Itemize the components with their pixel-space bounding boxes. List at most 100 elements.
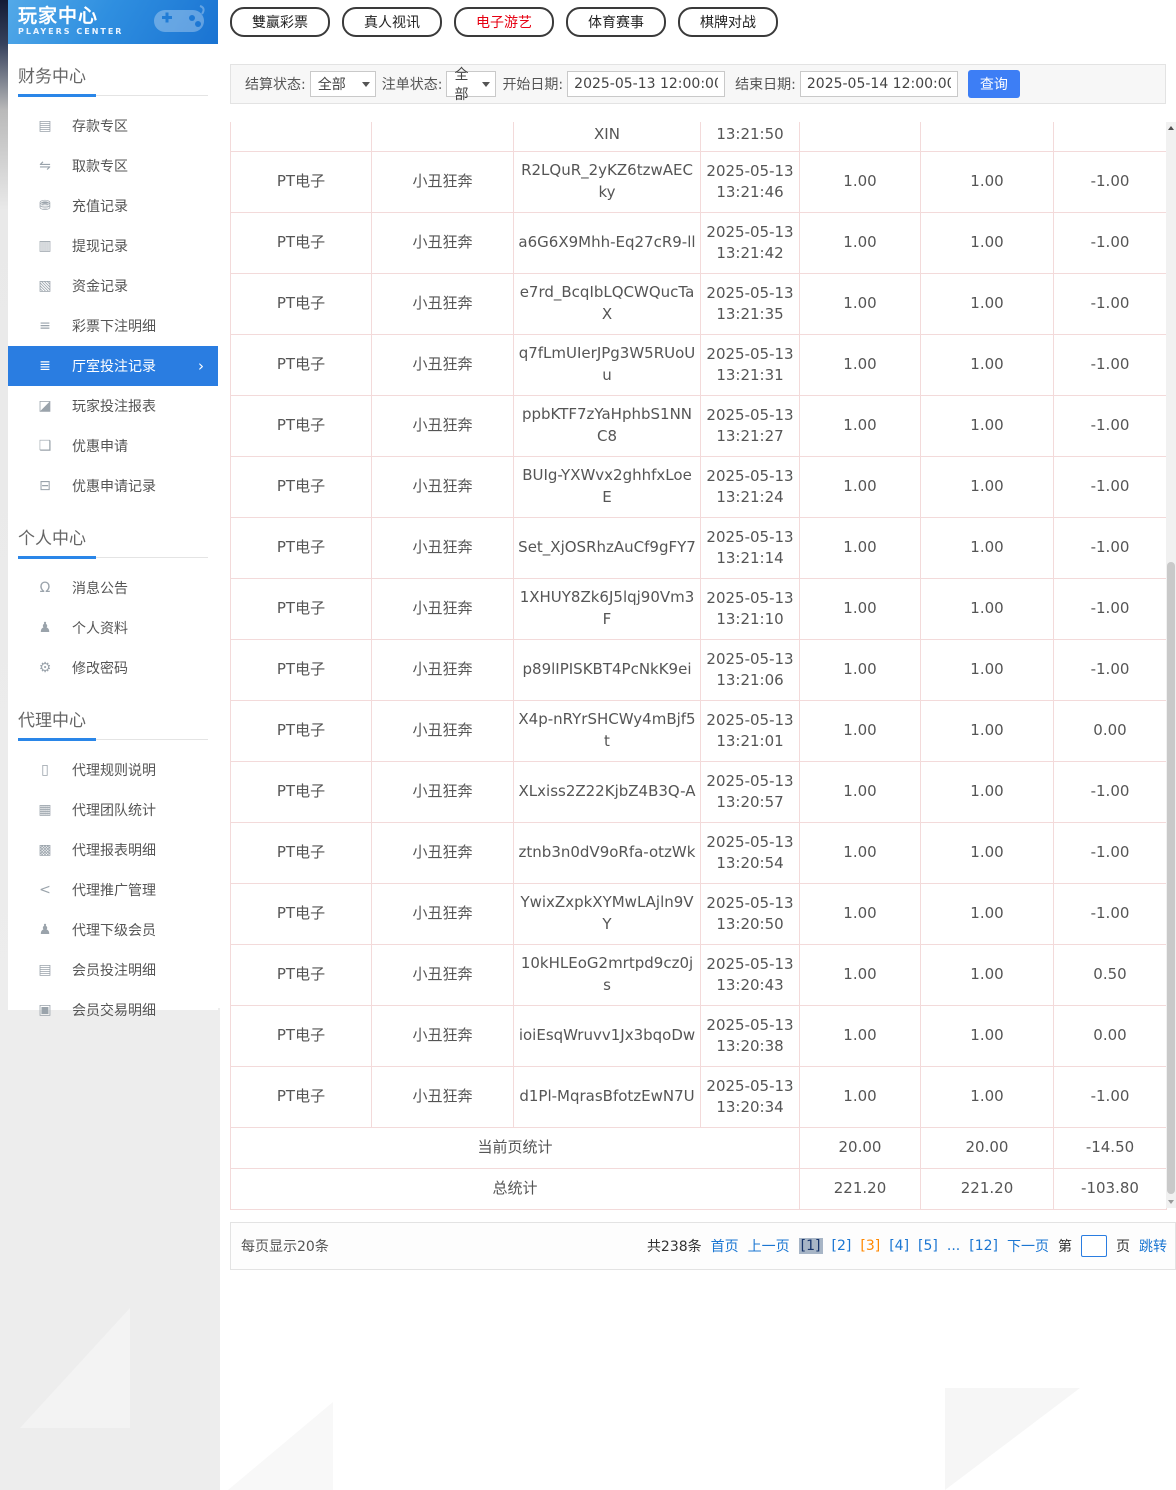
first-page-link[interactable]: 首页 [711,1236,739,1256]
prev-page-link[interactable]: 上一页 [748,1236,790,1256]
end-date-label: 结束日期: [735,77,796,93]
cell-game: 小丑狂奔 [371,150,514,213]
summary-valid-bet: 20.00 [920,1126,1054,1169]
sidebar-item-label: 代理团队统计 [72,803,156,819]
cell-platform: PT电子 [230,516,372,579]
order-status-select[interactable]: 全部 [446,67,497,103]
sidebar-item-代理报表明细[interactable]: ▩ 代理报表明细 [8,830,218,870]
page-link-4[interactable]: [4] [889,1238,909,1254]
cell-bet: 1.00 [799,333,921,396]
team-stats-icon: ▦ [38,802,52,818]
share-icon: < [39,882,51,898]
cell-order-id: ztnb3n0dV9oRfa-otzWk [513,821,701,884]
sidebar-item-资金记录[interactable]: ▧ 资金记录 [8,266,218,306]
tab-雙赢彩票[interactable]: 雙赢彩票 [230,7,330,37]
scroll-up-icon[interactable] [1168,126,1174,130]
section-divider [18,94,208,97]
cell-datetime: 2025-05-13 13:21:14 [700,516,800,579]
sidebar-item-存款专区[interactable]: ▤ 存款专区 [8,106,218,146]
sidebar-item-代理下级会员[interactable]: ♟ 代理下级会员 [8,910,218,950]
cell-platform: PT电子 [230,1065,372,1128]
chevron-down-icon [361,82,370,87]
cell-game: 小丑狂奔 [371,211,514,274]
settle-status-select[interactable]: 全部 [309,71,376,97]
sidebar-item-消息公告[interactable]: Ω 消息公告 [8,568,218,608]
sidebar-item-个人资料[interactable]: ♟ 个人资料 [8,608,218,648]
page-link-2[interactable]: [2] [832,1238,852,1254]
cell-valid-bet: 1.00 [920,516,1054,579]
page-link-1[interactable]: [1] [798,1238,823,1254]
page-link-...[interactable]: ... [947,1238,960,1254]
tab-体育赛事[interactable]: 体育赛事 [566,7,666,37]
search-button[interactable]: 查询 [967,70,1020,98]
cell-datetime: 2025-05-13 13:20:50 [700,882,800,945]
sidebar-item-代理团队统计[interactable]: ▦ 代理团队统计 [8,790,218,830]
lottery-bet-detail-icon: ≡ [39,318,51,334]
sidebar-item-会员交易明细[interactable]: ▣ 会员交易明细 [8,990,218,1030]
table-scrollbar[interactable] [1166,122,1176,1208]
cell-datetime: 2025-05-13 13:21:42 [700,211,800,274]
section-divider [18,738,208,741]
cell-datetime: 2025-05-13 13:20:43 [700,943,800,1006]
tab-棋牌对战[interactable]: 棋牌对战 [678,7,778,37]
cell-datetime: 13:21:50 [700,122,800,152]
table-row: PT电子 小丑狂奔 ppbKTF7zYaHphbS1NNC8 2025-05-13 13… [230,394,1167,457]
decorative-triangle [945,1388,1080,1490]
sidebar-item-玩家投注报表[interactable]: ◪ 玩家投注报表 [8,386,218,426]
sidebar-item-修改密码[interactable]: ⚙ 修改密码 [8,648,218,688]
page-link-3[interactable]: [3] [860,1238,880,1254]
end-date-input[interactable] [799,71,958,97]
cell-platform: PT电子 [230,150,372,213]
next-page-link[interactable]: 下一页 [1007,1236,1049,1256]
start-date-input[interactable] [567,71,726,97]
cell-winloss: 0.00 [1053,699,1167,762]
jump-prefix-label: 第 [1058,1239,1072,1255]
sidebar-item-彩票下注明细[interactable]: ≡ 彩票下注明细 [8,306,218,346]
summary-winloss: -14.50 [1053,1126,1167,1169]
cell-bet: 1.00 [799,882,921,945]
sidebar-item-label: 厅室投注记录 [72,359,156,375]
cell-valid-bet: 1.00 [920,638,1054,701]
scroll-down-icon[interactable] [1168,1200,1174,1204]
jump-button[interactable]: 跳转 [1139,1236,1167,1256]
pagination-controls: 共238条 首页 上一页 [1] [2] [3] [4] [5]... [12] 下一页 … [647,1235,1167,1257]
settle-status-value: 全部 [317,77,346,93]
sidebar-item-充值记录[interactable]: ⛃ 充值记录 [8,186,218,226]
report-detail-icon: ▩ [38,842,52,858]
jump-page-input[interactable] [1081,1235,1107,1257]
sidebar-item-厅室投注记录[interactable]: ≣ 厅室投注记录 › [8,346,218,386]
decorative-triangle [20,1308,130,1428]
cell-datetime: 2025-05-13 13:21:35 [700,272,800,335]
tab-真人视讯[interactable]: 真人视讯 [342,7,442,37]
member-bet-detail-icon: ▤ [38,962,52,978]
tab-电子游艺[interactable]: 电子游艺 [454,7,554,37]
sidebar-item-会员投注明细[interactable]: ▤ 会员投注明细 [8,950,218,990]
table-row: PT电子 小丑狂奔 q7fLmUIerJPg3W5RUoUu 2025-05-13 13… [230,333,1167,396]
users-icon: ♟ [38,922,52,938]
sidebar-item-提现记录[interactable]: ▥ 提现记录 [8,226,218,266]
recharge-record-icon: ⛃ [39,198,51,214]
promo-apply-icon: ❑ [38,438,52,454]
sidebar-item-label: 代理规则说明 [72,763,156,779]
sidebar-item-优惠申请[interactable]: ❑ 优惠申请 [8,426,218,466]
scrollbar-thumb[interactable] [1167,562,1175,1194]
sidebar-item-label: 会员投注明细 [72,963,156,979]
cell-bet: 1.00 [799,394,921,457]
page-link-5[interactable]: [5] [918,1238,938,1254]
cell-platform: PT电子 [230,272,372,335]
chevron-right-icon: › [198,357,204,375]
cell-game: 小丑狂奔 [371,516,514,579]
sidebar-item-优惠申请记录[interactable]: ⊟ 优惠申请记录 [8,466,218,506]
cell-game: 小丑狂奔 [371,1004,514,1067]
sidebar-item-代理规则说明[interactable]: ▯ 代理规则说明 [8,750,218,790]
withdraw-hand-icon: ⇋ [39,158,51,174]
players-center-page: 玩家中心 PLAYERS CENTER 财务中心 ▤ 存款专区 ⇋ 取款专区 ⛃ 充值记录 ▥… [0,0,1176,1490]
table-row: PT电子 小丑狂奔 BUIg-YXWvx2ghhfxLoeE 2025-05-13 13… [230,455,1167,518]
sidebar-item-取款专区[interactable]: ⇋ 取款专区 [8,146,218,186]
cell-game: 小丑狂奔 [371,821,514,884]
sidebar-item-代理推广管理[interactable]: < 代理推广管理 [8,870,218,910]
cell-platform: PT电子 [230,943,372,1006]
summary-bet: 221.20 [799,1167,921,1210]
page-link-12[interactable]: [12] [969,1238,998,1254]
cell-platform: PT电子 [230,699,372,762]
